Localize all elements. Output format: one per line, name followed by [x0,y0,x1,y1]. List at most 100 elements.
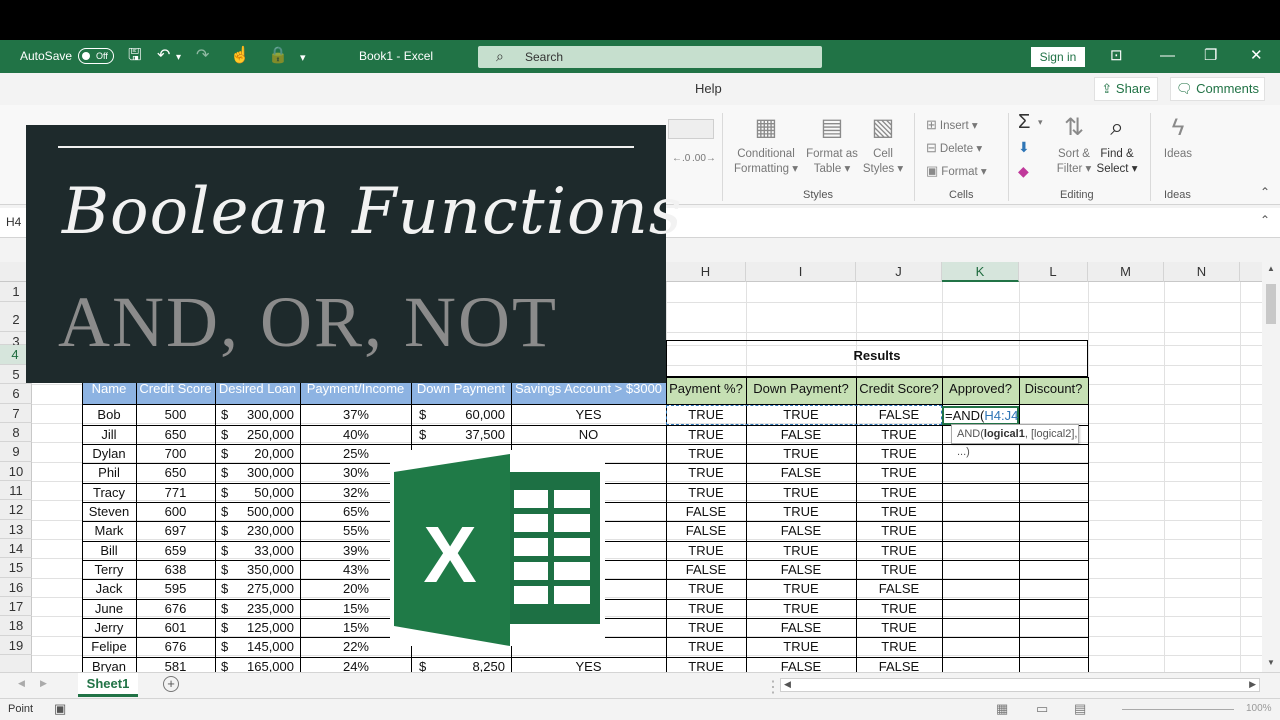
row-header-13[interactable]: 13 [0,520,32,539]
next-sheet-icon[interactable]: ▶ [40,678,47,689]
cell-name[interactable]: Dylan [82,445,136,463]
column-header-m[interactable]: M [1088,262,1164,282]
increase-decimal-icon[interactable]: ←.0 [672,153,690,164]
cell-savings[interactable]: YES [511,406,666,424]
zoom-slider[interactable] [1122,709,1234,710]
cell-savings[interactable]: NO [511,426,666,444]
cell-down-payment-check[interactable]: TRUE [746,484,856,502]
results-header-cell[interactable]: Down Payment? [746,380,856,398]
cell-payment-income[interactable]: 15% [300,600,369,618]
results-header-cell[interactable]: Payment %? [666,380,746,398]
row-header-8[interactable]: 8 [0,423,32,442]
cell-credit-score[interactable]: 500 [136,406,215,424]
cell-down-payment-check[interactable]: TRUE [746,600,856,618]
results-header-cell[interactable]: Discount? [1019,380,1088,398]
column-header-l[interactable]: L [1019,262,1088,282]
row-header-15[interactable]: 15 [0,558,32,578]
fill-icon[interactable]: ⬇ [1018,139,1030,156]
row-header-17[interactable]: 17 [0,597,32,616]
row-header-14[interactable]: 14 [0,539,32,558]
clear-icon[interactable]: ◆ [1018,163,1029,180]
format-button[interactable]: ▣ Format ▾ [926,163,987,179]
cell-credit-score-check[interactable]: TRUE [856,561,942,579]
cell-down-payment-check[interactable]: TRUE [746,638,856,656]
cell-name[interactable]: Bob [82,406,136,424]
comments-button[interactable]: 🗨 Comments [1170,77,1265,101]
cell-credit-score-check[interactable]: TRUE [856,484,942,502]
cell-down-payment-check[interactable]: FALSE [746,464,856,482]
column-header-k[interactable]: K [942,262,1019,282]
cell-credit-score[interactable]: 650 [136,426,215,444]
cell-down-payment-check[interactable]: FALSE [746,619,856,637]
scroll-up-icon[interactable]: ▲ [1267,264,1275,273]
sort-filter-button[interactable]: ⇅ Sort & Filter ▾ [1052,113,1096,177]
cell-credit-score-check[interactable]: TRUE [856,638,942,656]
column-header-h[interactable]: H [666,262,746,282]
lock-icon[interactable]: 🔒 [268,46,288,66]
cell-desired-loan[interactable]: 275,000 [215,580,294,598]
cell-down-payment[interactable]: 37,500 [411,426,505,444]
cell-payment-check[interactable]: FALSE [666,561,746,579]
cell-down-payment[interactable]: 60,000 [411,406,505,424]
cell-styles-button[interactable]: ▧ Cell Styles ▾ [860,113,906,177]
results-header-cell[interactable]: Credit Score? [856,380,942,398]
share-button[interactable]: ⇪ Share [1094,77,1158,101]
cell-payment-check[interactable]: TRUE [666,619,746,637]
cell-payment-income[interactable]: 37% [300,406,369,424]
cell-down-payment-check[interactable]: TRUE [746,503,856,521]
row-header-18[interactable]: 18 [0,616,32,636]
results-header-cell[interactable]: Approved? [942,380,1019,398]
autosum-icon[interactable]: Σ [1018,111,1030,134]
cell-credit-score[interactable]: 638 [136,561,215,579]
cell-desired-loan[interactable]: 125,000 [215,619,294,637]
collapse-ribbon-icon[interactable]: ⌃ [1260,185,1270,199]
cell-credit-score[interactable]: 581 [136,658,215,672]
cell-down-payment-check[interactable]: TRUE [746,445,856,463]
delete-button[interactable]: ⊟ Delete ▾ [926,140,982,156]
minimize-icon[interactable]: — [1160,46,1175,66]
row-header-10[interactable]: 10 [0,462,32,481]
tab-help[interactable]: Help [695,81,722,96]
cell-desired-loan[interactable]: 235,000 [215,600,294,618]
cell-desired-loan[interactable]: 165,000 [215,658,294,672]
row-header-9[interactable]: 9 [0,442,32,462]
cell-desired-loan[interactable]: 500,000 [215,503,294,521]
cell-credit-score[interactable]: 595 [136,580,215,598]
conditional-formatting-button[interactable]: ▦ Conditional Formatting ▾ [734,113,798,177]
row-header-19[interactable]: 19 [0,636,32,655]
cell-payment-check[interactable]: TRUE [666,445,746,463]
cell-payment-income[interactable]: 32% [300,484,369,502]
cell-name[interactable]: Steven [82,503,136,521]
cell-payment-income[interactable]: 20% [300,580,369,598]
cell-down-payment-check[interactable]: FALSE [746,522,856,540]
undo-dropdown-icon[interactable]: ▾ [176,48,181,68]
page-layout-icon[interactable]: ▭ [1036,701,1048,717]
ribbon-display-icon[interactable]: ⊡ [1110,46,1123,66]
touch-mode-icon[interactable]: ☝ [230,46,250,66]
customize-toolbar-icon[interactable]: ▾ [300,48,306,68]
cell-payment-income[interactable]: 65% [300,503,369,521]
cell-payment-check[interactable]: TRUE [666,638,746,656]
restore-icon[interactable]: ❐ [1204,46,1217,66]
add-sheet-icon[interactable]: + [163,676,179,692]
cell-credit-score[interactable]: 771 [136,484,215,502]
cell-credit-score[interactable]: 650 [136,464,215,482]
undo-icon[interactable]: ↶ [157,46,170,66]
cell-credit-score-check[interactable]: TRUE [856,426,942,444]
tab-splitter-icon[interactable]: ⋮ [765,677,781,697]
cell-name[interactable]: Bryan [82,658,136,672]
cell-desired-loan[interactable]: 300,000 [215,406,294,424]
cell-payment-check[interactable]: TRUE [666,464,746,482]
cell-credit-score-check[interactable]: TRUE [856,619,942,637]
cell-name[interactable]: Jill [82,426,136,444]
cell-credit-score[interactable]: 601 [136,619,215,637]
cell-credit-score[interactable]: 697 [136,522,215,540]
cell-name[interactable]: Jerry [82,619,136,637]
active-cell-k4[interactable]: =AND(H4:J4 [942,406,1019,425]
scroll-down-icon[interactable]: ▼ [1267,658,1275,667]
cell-payment-income[interactable]: 40% [300,426,369,444]
search-box[interactable]: ⌕ Search [478,46,822,68]
find-select-button[interactable]: ⌕ Find & Select ▾ [1094,113,1140,177]
vertical-scrollbar[interactable]: ▲ ▼ [1262,262,1280,672]
cell-payment-check[interactable]: TRUE [666,600,746,618]
